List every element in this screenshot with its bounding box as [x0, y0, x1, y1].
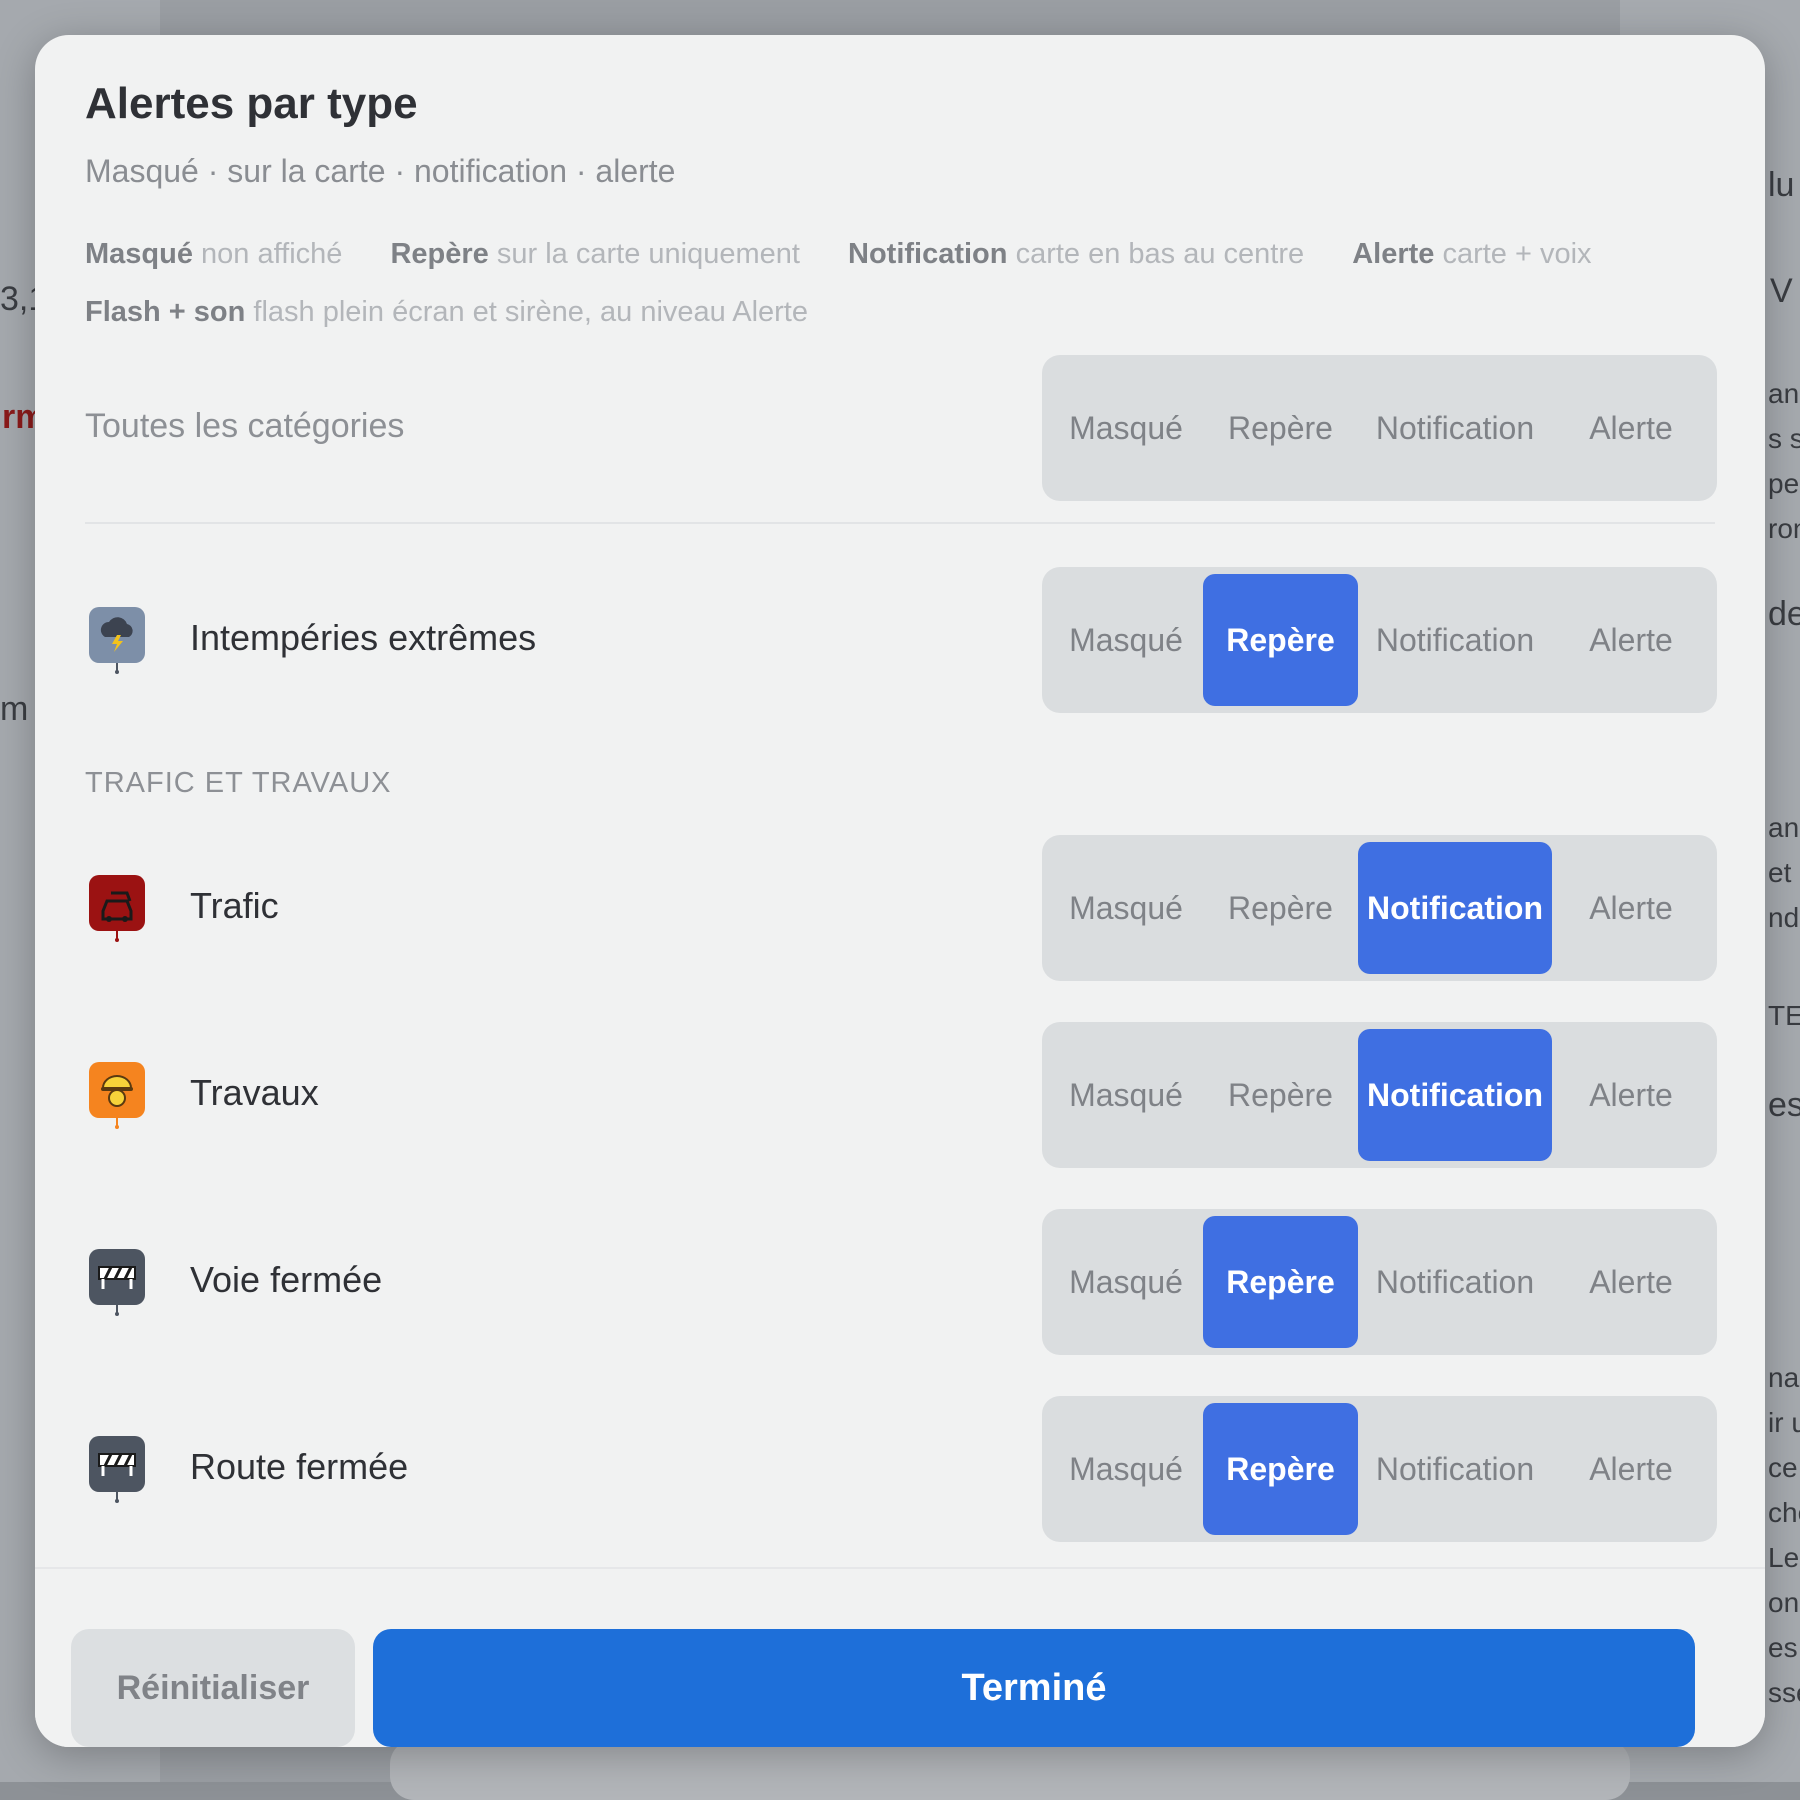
background-text: es: [1768, 1086, 1800, 1124]
background-text: Le: [1768, 1542, 1800, 1573]
background-text: ron: [1768, 513, 1800, 544]
background-text: es l: [1768, 1632, 1800, 1663]
segment-option-notification[interactable]: Notification: [1358, 362, 1552, 494]
segment-option-hidden[interactable]: Masqué: [1049, 1029, 1203, 1161]
segment-option-alert[interactable]: Alerte: [1552, 1029, 1710, 1161]
segment-option-marker[interactable]: Repère: [1203, 574, 1358, 706]
segment-option-alert[interactable]: Alerte: [1552, 842, 1710, 974]
segment-option-hidden[interactable]: Masqué: [1049, 574, 1203, 706]
severe-weather-segmented-control: Masqué Repère Notification Alerte: [1042, 567, 1717, 713]
segment-option-notification[interactable]: Notification: [1358, 1403, 1552, 1535]
all-categories-label: Toutes les catégories: [85, 407, 405, 445]
background-text: che: [1768, 1497, 1800, 1528]
segment-option-alert[interactable]: Alerte: [1552, 574, 1710, 706]
category-name: Intempéries extrêmes: [190, 617, 537, 658]
reset-button[interactable]: Réinitialiser: [71, 1629, 355, 1747]
divider: [85, 522, 1715, 524]
barrier-icon: [89, 1249, 145, 1316]
legend-item: Repère sur la carte uniquement: [390, 238, 800, 270]
storm-icon: [89, 607, 145, 674]
roadworks-segmented-control: Masqué Repère Notification Alerte: [1042, 1022, 1717, 1168]
category-name: Route fermée: [190, 1446, 409, 1487]
segment-option-notification[interactable]: Notification: [1358, 574, 1552, 706]
legend-item: Notification carte en bas au centre: [848, 238, 1305, 270]
segment-option-hidden[interactable]: Masqué: [1049, 1216, 1203, 1348]
background-text: s s: [1768, 423, 1800, 454]
category-name: Voie fermée: [190, 1259, 383, 1300]
legend-item: Masqué non affiché: [85, 238, 343, 270]
segment-option-notification[interactable]: Notification: [1358, 1216, 1552, 1348]
background-text: m: [0, 690, 29, 728]
segment-option-hidden[interactable]: Masqué: [1049, 842, 1203, 974]
segment-option-marker[interactable]: Repère: [1203, 842, 1358, 974]
dialog-subtitle: Masqué · sur la carte · notification · a…: [85, 153, 676, 189]
background-text: nd: [1768, 902, 1800, 933]
segment-option-marker[interactable]: Repère: [1203, 1029, 1358, 1161]
traffic-car-icon: [89, 875, 145, 942]
segment-option-marker[interactable]: Repère: [1203, 1403, 1358, 1535]
segment-option-marker[interactable]: Repère: [1203, 1216, 1358, 1348]
segment-option-alert[interactable]: Alerte: [1552, 362, 1710, 494]
segment-option-notification[interactable]: Notification: [1358, 842, 1552, 974]
dialog-footer: Réinitialiser Terminé: [35, 1567, 1765, 1747]
done-button[interactable]: Terminé: [373, 1629, 1695, 1747]
barrier-icon: [89, 1436, 145, 1503]
category-name: Travaux: [190, 1072, 319, 1113]
segment-option-notification[interactable]: Notification: [1358, 1029, 1552, 1161]
worker-helmet-icon: [89, 1062, 145, 1129]
background-text: TES: [1768, 1000, 1800, 1031]
lane-closed-segmented-control: Masqué Repère Notification Alerte: [1042, 1209, 1717, 1355]
mode-legend: Masqué non affiché Repère sur la carte u…: [85, 225, 1725, 341]
background-text: ons: [1768, 1587, 1800, 1618]
background-bottom-bar: [390, 1740, 1630, 1800]
segment-option-hidden[interactable]: Masqué: [1049, 1403, 1203, 1535]
background-text: lu: [1768, 166, 1795, 204]
background-text: et: [1768, 857, 1792, 888]
alerts-by-type-dialog: Alertes par type Masqué · sur la carte ·…: [35, 35, 1765, 1747]
road-closed-segmented-control: Masqué Repère Notification Alerte: [1042, 1396, 1717, 1542]
segment-option-alert[interactable]: Alerte: [1552, 1216, 1710, 1348]
background-text: nac: [1768, 1362, 1800, 1393]
segment-option-marker[interactable]: Repère: [1203, 362, 1358, 494]
background-text: ce: [1768, 1452, 1798, 1483]
background-text: V: [1770, 272, 1793, 310]
background-text: pe: [1768, 468, 1800, 499]
category-name: Trafic: [190, 885, 279, 926]
background-text: an: [1768, 378, 1800, 409]
legend-item: Alerte carte + voix: [1352, 238, 1592, 270]
background-text: ir u: [1768, 1407, 1800, 1438]
background-text: an: [1768, 812, 1800, 843]
segment-option-hidden[interactable]: Masqué: [1049, 362, 1203, 494]
legend-item: Flash + son flash plein écran et sirène,…: [85, 296, 808, 328]
all-categories-segmented-control: Masqué Repère Notification Alerte: [1042, 355, 1717, 501]
section-header: TRAFIC ET TRAVAUX: [85, 767, 392, 799]
traffic-segmented-control: Masqué Repère Notification Alerte: [1042, 835, 1717, 981]
segment-option-alert[interactable]: Alerte: [1552, 1403, 1710, 1535]
background-text: de: [1768, 595, 1800, 633]
background-text: sse: [1768, 1677, 1800, 1708]
dialog-title: Alertes par type: [85, 79, 418, 128]
